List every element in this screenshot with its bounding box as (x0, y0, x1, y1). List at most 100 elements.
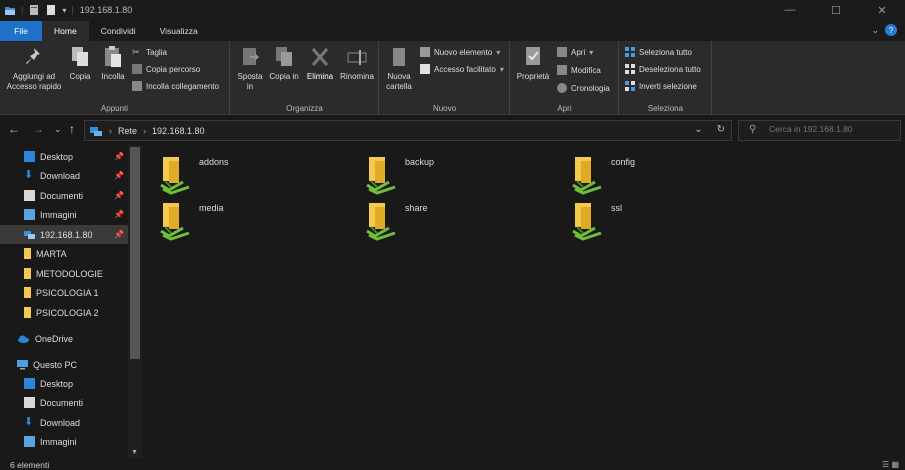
easy-access-dropdown-icon: ▾ (499, 64, 504, 74)
sidebar-item-pictures[interactable]: Immagini 📌 (0, 205, 128, 224)
up-arrow-icon[interactable]: ↑ (69, 122, 75, 136)
new-folder-button[interactable]: Nuova cartella (382, 45, 416, 92)
sidebar-item-onedrive[interactable]: OneDrive (0, 329, 128, 348)
sidebar-item-documents[interactable]: Documenti 📌 (0, 186, 128, 205)
navigation-bar: ← → ⌄ ↑ › Rete › 192.168.1.80 ⌄ ↻ ⚲ (0, 116, 905, 144)
new-item-icon (420, 47, 430, 57)
sidebar-item-marta[interactable]: MARTA (0, 244, 128, 263)
easy-access-button[interactable]: Accesso facilitato ▾ (420, 64, 504, 74)
select-all-button[interactable]: Seleziona tutto (625, 47, 692, 57)
qa-dropdown-icon[interactable]: ▾ (62, 6, 66, 15)
folder-item[interactable]: config (571, 155, 635, 195)
copy-icon (72, 47, 88, 66)
sidebar-item-label: PSICOLOGIA 2 (36, 307, 99, 318)
forward-arrow-icon[interactable]: → (32, 122, 44, 136)
address-dropdown-icon[interactable]: ⌄ (694, 124, 702, 135)
search-box[interactable]: ⚲ (738, 120, 901, 141)
edit-button[interactable]: Modifica (557, 65, 601, 75)
tab-share[interactable]: Condividi (89, 21, 148, 41)
network-drive-icon (24, 231, 35, 239)
shared-folder-icon (160, 203, 190, 241)
sidebar-item-label: Questo PC (33, 359, 78, 370)
move-to-button[interactable]: Sposta in (235, 45, 265, 92)
sidebar-item-documents-pc[interactable]: Documenti (0, 393, 128, 412)
folder-icon (24, 268, 31, 279)
sidebar-item-desktop-pc[interactable]: Desktop (0, 374, 128, 393)
documents-icon (24, 397, 35, 408)
delete-button[interactable]: Elimina (305, 45, 335, 82)
properties-button[interactable]: Proprietà (513, 45, 553, 82)
sidebar-item-label: Immagini (40, 209, 77, 220)
tab-home[interactable]: Home (42, 21, 89, 41)
search-input[interactable] (769, 124, 894, 134)
open-dropdown-icon: ▾ (589, 47, 594, 57)
copy-button[interactable]: Copia (66, 45, 94, 82)
maximize-button[interactable]: ☐ (813, 0, 859, 20)
paste-icon (105, 46, 121, 67)
invert-selection-button[interactable]: Inverti selezione (625, 81, 697, 91)
pin-icon: 📌 (114, 191, 124, 200)
tab-view[interactable]: Visualizza (148, 21, 210, 41)
copy-label: Copia (69, 72, 91, 81)
scroll-down-icon[interactable]: ▼ (131, 449, 138, 456)
open-button[interactable]: Apri ▾ (557, 47, 593, 57)
sidebar-item-download[interactable]: ⬇ Download 📌 (0, 166, 128, 185)
title-bar: | ▾ | 192.168.1.80 — ☐ ✕ (0, 0, 905, 20)
sidebar-item-download-pc[interactable]: ⬇ Download (0, 413, 128, 432)
folder-item[interactable]: ssl (571, 201, 622, 241)
history-button[interactable]: Cronologia (557, 83, 610, 93)
new-item-dropdown-icon: ▾ (496, 47, 501, 57)
select-all-icon (625, 47, 635, 57)
breadcrumb-network[interactable]: Rete (118, 126, 137, 136)
folder-item[interactable]: media (159, 201, 224, 241)
copy-path-button[interactable]: Copia percorso (132, 64, 200, 74)
new-folder-label: Nuova cartella (386, 72, 412, 91)
new-item-button[interactable]: Nuovo elemento ▾ (420, 47, 500, 57)
paste-shortcut-button[interactable]: Incolla collegamento (132, 81, 219, 91)
folder-item[interactable]: share (365, 201, 428, 241)
pin-icon: 📌 (114, 210, 124, 219)
sidebar-item-pictures-pc[interactable]: Immagini (0, 432, 128, 451)
pin-icon: 📌 (114, 152, 124, 161)
tab-file[interactable]: File (0, 21, 42, 41)
desktop-icon (24, 151, 35, 162)
close-button[interactable]: ✕ (859, 0, 905, 20)
minimize-button[interactable]: — (767, 0, 813, 20)
shared-folder-icon (366, 203, 396, 241)
help-icon[interactable]: ? (885, 24, 897, 36)
rename-label: Rinomina (340, 72, 374, 81)
ribbon-collapse-icon[interactable]: ⌄ (871, 25, 879, 36)
sidebar-item-desktop[interactable]: Desktop 📌 (0, 147, 128, 166)
select-none-button[interactable]: Deseleziona tutto (625, 64, 701, 74)
sidebar-scrollbar[interactable]: ▼ (128, 145, 142, 458)
shared-folder-icon (572, 157, 602, 195)
refresh-icon[interactable]: ↻ (717, 124, 725, 135)
sidebar-item-this-pc[interactable]: Questo PC (0, 355, 128, 374)
rename-button[interactable]: Rinomina (339, 45, 375, 82)
large-icons-view-icon[interactable]: ▦ (891, 460, 899, 469)
folder-item[interactable]: backup (365, 155, 434, 195)
paste-button[interactable]: Incolla (98, 45, 128, 82)
pc-icon (17, 360, 28, 370)
group-select-label: Seleziona (647, 104, 684, 113)
recent-locations-icon[interactable]: ⌄ (54, 124, 62, 135)
explorer-icon (5, 7, 15, 15)
open-label: Apri (571, 47, 586, 57)
sidebar-item-network-host[interactable]: 192.168.1.80 📌 (0, 225, 128, 244)
scrollbar-thumb[interactable] (130, 147, 140, 359)
back-arrow-icon[interactable]: ← (8, 122, 20, 136)
pin-quick-access-button[interactable]: Aggiungi ad Accesso rapido (4, 45, 64, 92)
sidebar-item-metodologie[interactable]: METODOLOGIE (0, 264, 128, 283)
sidebar-item-psicologia-1[interactable]: PSICOLOGIA 1 (0, 283, 128, 302)
copy-to-button[interactable]: Copia in (269, 45, 299, 82)
properties-label: Proprietà (516, 72, 550, 81)
breadcrumb-chevron-icon: › (143, 125, 147, 136)
details-view-icon[interactable]: ☰ (882, 460, 889, 469)
address-bar[interactable]: › Rete › 192.168.1.80 ⌄ ↻ (84, 120, 732, 141)
sidebar-item-psicologia-2[interactable]: PSICOLOGIA 2 (0, 303, 128, 322)
properties-qa-icon[interactable] (28, 4, 40, 16)
cut-button[interactable]: ✂ Taglia (132, 47, 167, 57)
breadcrumb-host[interactable]: 192.168.1.80 (152, 126, 205, 136)
new-folder-qa-icon[interactable] (45, 4, 57, 16)
folder-item[interactable]: addons (159, 155, 229, 195)
